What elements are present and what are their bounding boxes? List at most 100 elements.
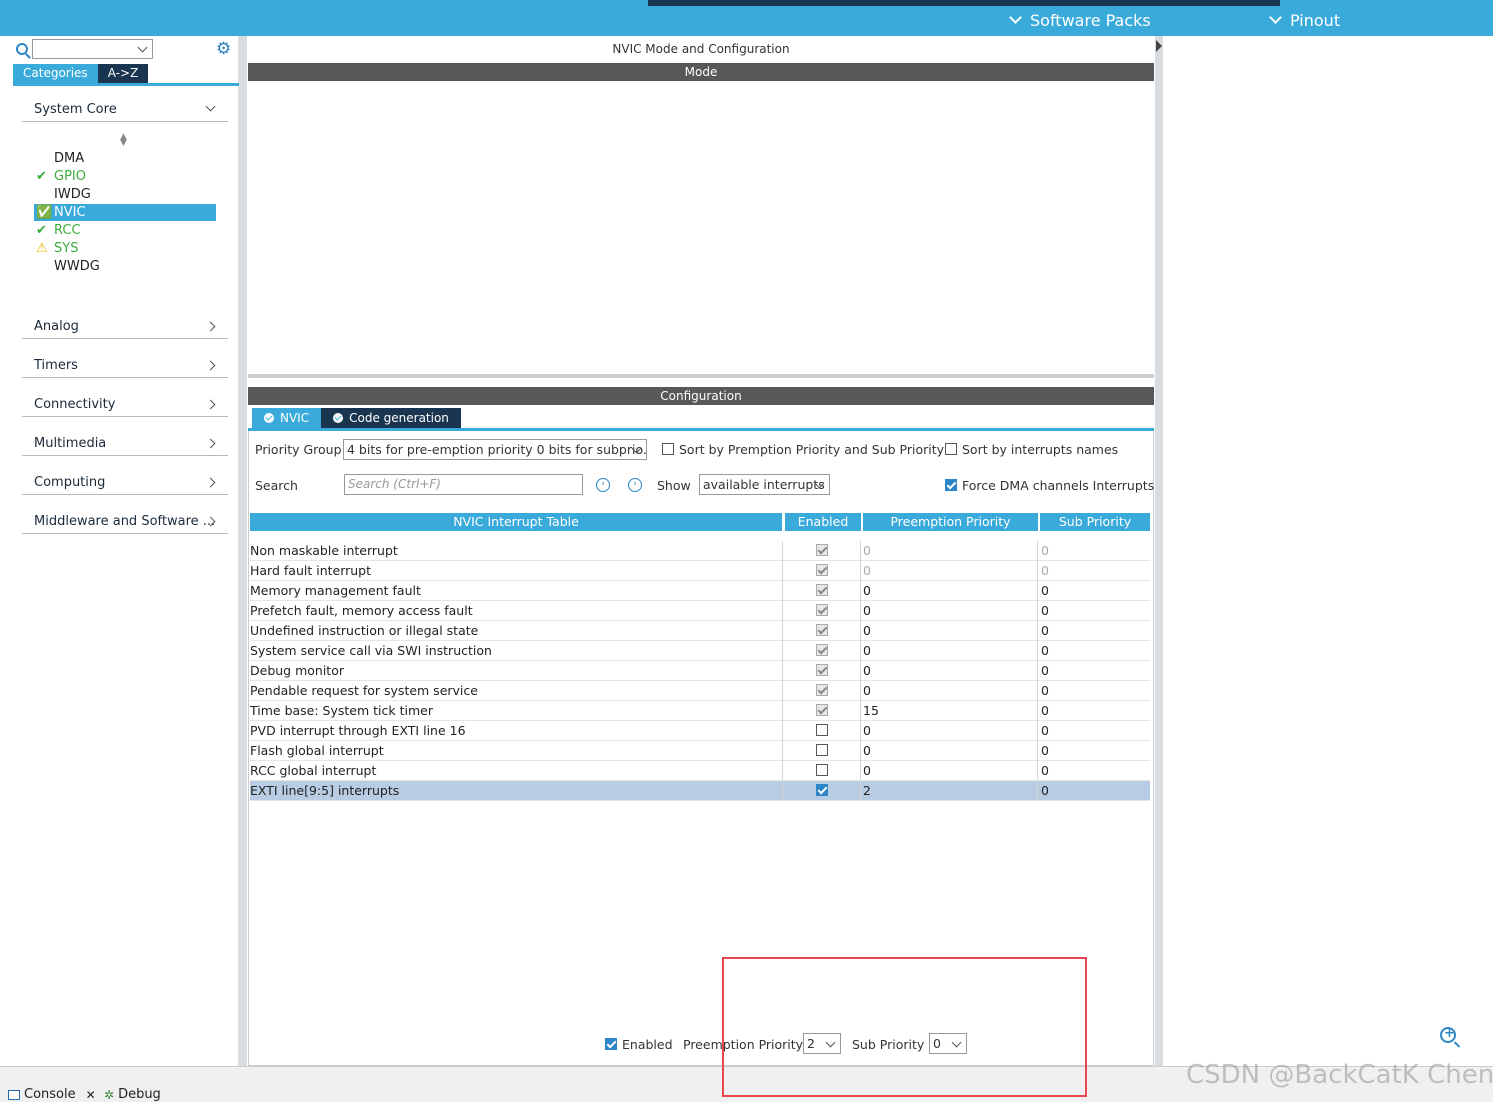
- table-row[interactable]: Memory management fault 0 0: [250, 581, 1150, 601]
- col-header-enabled[interactable]: Enabled: [785, 513, 861, 531]
- priority-group-select[interactable]: 4 bits for pre-emption priority 0 bits f…: [343, 439, 647, 460]
- sidebar-item-rcc[interactable]: ✔ RCC: [34, 222, 216, 239]
- enabled-checkbox[interactable]: [816, 784, 828, 796]
- col-header-preemption[interactable]: Preemption Priority: [863, 513, 1038, 531]
- tab-nvic[interactable]: NVIC: [252, 408, 322, 428]
- preemption-priority-cell[interactable]: 0: [863, 623, 871, 638]
- software-packs-menu[interactable]: Software Packs: [1009, 11, 1151, 30]
- sub-priority-cell[interactable]: 0: [1041, 703, 1049, 718]
- collapse-arrow-icon[interactable]: [1156, 40, 1162, 52]
- enabled-checkbox[interactable]: [816, 604, 828, 616]
- enabled-checkbox[interactable]: [816, 664, 828, 676]
- col-header-sub[interactable]: Sub Priority: [1040, 513, 1150, 531]
- preemption-priority-cell[interactable]: 2: [863, 783, 871, 798]
- search-icon[interactable]: [16, 43, 28, 55]
- debug-label: Debug: [118, 1087, 161, 1102]
- sidebar-item-wwdg[interactable]: WWDG: [34, 258, 216, 275]
- sort-names-checkbox[interactable]: [945, 443, 957, 455]
- preemption-priority-cell[interactable]: 15: [863, 703, 879, 718]
- preemption-priority-cell[interactable]: 0: [863, 563, 871, 578]
- sidebar-item-nvic[interactable]: ✅ NVIC: [34, 204, 216, 221]
- sub-priority-cell[interactable]: 0: [1041, 643, 1049, 658]
- sub-priority-cell[interactable]: 0: [1041, 783, 1049, 798]
- table-row[interactable]: EXTI line[9:5] interrupts 2 0: [250, 781, 1150, 801]
- category-search-combo[interactable]: [32, 39, 153, 59]
- sort-prempt-checkbox[interactable]: [662, 443, 674, 455]
- sidebar-item-dma[interactable]: DMA: [34, 150, 216, 167]
- sub-priority-cell[interactable]: 0: [1041, 743, 1049, 758]
- sub-priority-cell[interactable]: 0: [1041, 583, 1049, 598]
- enabled-checkbox[interactable]: [816, 584, 828, 596]
- sub-priority-cell[interactable]: 0: [1041, 683, 1049, 698]
- category-system-core[interactable]: System Core: [22, 98, 228, 122]
- category-multimedia[interactable]: Multimedia: [22, 432, 228, 456]
- sub-priority-cell[interactable]: 0: [1041, 623, 1049, 638]
- tab-console[interactable]: Console ✕: [8, 1087, 96, 1102]
- category-connectivity[interactable]: Connectivity: [22, 393, 228, 417]
- table-row[interactable]: System service call via SWI instruction 0…: [250, 641, 1150, 661]
- preemption-priority-cell[interactable]: 0: [863, 743, 871, 758]
- col-divider: [1037, 681, 1038, 701]
- tab-a-z[interactable]: A->Z: [97, 64, 149, 83]
- enabled-checkbox[interactable]: [816, 544, 828, 556]
- enabled-checkbox[interactable]: [816, 644, 828, 656]
- table-row[interactable]: Undefined instruction or illegal state 0 0: [250, 621, 1150, 641]
- enabled-checkbox[interactable]: [816, 764, 828, 776]
- preemption-priority-cell[interactable]: 0: [863, 603, 871, 618]
- sub-priority-cell[interactable]: 0: [1041, 663, 1049, 678]
- preemption-priority-cell[interactable]: 0: [863, 583, 871, 598]
- table-row[interactable]: RCC global interrupt 0 0: [250, 761, 1150, 781]
- preemption-priority-cell[interactable]: 0: [863, 763, 871, 778]
- category-middleware[interactable]: Middleware and Software ...: [22, 510, 228, 534]
- sub-priority-cell[interactable]: 0: [1041, 723, 1049, 738]
- show-select[interactable]: available interrupts: [699, 474, 830, 495]
- preemption-priority-cell[interactable]: 0: [863, 543, 871, 558]
- preemption-priority-cell[interactable]: 0: [863, 723, 871, 738]
- table-row[interactable]: Hard fault interrupt 0 0: [250, 561, 1150, 581]
- sub-priority-cell[interactable]: 0: [1041, 763, 1049, 778]
- sidebar-item-iwdg[interactable]: IWDG: [34, 186, 216, 203]
- enabled-checkbox[interactable]: [816, 684, 828, 696]
- sub-priority-cell[interactable]: 0: [1041, 603, 1049, 618]
- gear-icon[interactable]: ⚙: [216, 39, 231, 59]
- table-row[interactable]: Flash global interrupt 0 0: [250, 741, 1150, 761]
- enabled-checkbox[interactable]: [816, 624, 828, 636]
- right-splitter[interactable]: [1155, 36, 1163, 1066]
- sort-icon[interactable]: ▲ ▼: [120, 133, 127, 148]
- search-label: Search: [255, 478, 298, 493]
- search-prev-icon[interactable]: ‹: [596, 478, 610, 492]
- tab-debug[interactable]: ✲ Debug: [104, 1087, 161, 1102]
- tab-categories[interactable]: Categories: [13, 64, 98, 83]
- sidebar-item-gpio[interactable]: ✔ GPIO: [34, 168, 216, 185]
- search-input[interactable]: Search (Ctrl+F): [344, 474, 583, 495]
- enabled-checkbox[interactable]: [816, 704, 828, 716]
- table-row[interactable]: Debug monitor 0 0: [250, 661, 1150, 681]
- enabled-checkbox[interactable]: [816, 744, 828, 756]
- left-splitter[interactable]: [239, 36, 247, 1066]
- preemption-priority-cell[interactable]: 0: [863, 663, 871, 678]
- pinout-menu[interactable]: Pinout: [1269, 11, 1340, 30]
- table-row[interactable]: Non maskable interrupt 0 0: [250, 541, 1150, 561]
- enabled-checkbox[interactable]: [816, 564, 828, 576]
- table-row[interactable]: Prefetch fault, memory access fault 0 0: [250, 601, 1150, 621]
- mode-area: [248, 81, 1154, 378]
- table-row[interactable]: PVD interrupt through EXTI line 16 0 0: [250, 721, 1150, 741]
- force-dma-checkbox[interactable]: [945, 479, 957, 491]
- preemption-priority-cell[interactable]: 0: [863, 643, 871, 658]
- category-timers[interactable]: Timers: [22, 354, 228, 378]
- category-analog[interactable]: Analog: [22, 315, 228, 339]
- enabled-checkbox[interactable]: [816, 724, 828, 736]
- close-icon[interactable]: ✕: [86, 1088, 96, 1102]
- zoom-in-icon[interactable]: [1440, 1026, 1456, 1043]
- sub-priority-cell[interactable]: 0: [1041, 543, 1049, 558]
- footer-enabled-checkbox[interactable]: [605, 1038, 617, 1050]
- search-next-icon[interactable]: ›: [628, 478, 642, 492]
- table-row[interactable]: Time base: System tick timer 15 0: [250, 701, 1150, 721]
- table-row[interactable]: Pendable request for system service 0 0: [250, 681, 1150, 701]
- tab-code-generation[interactable]: Code generation: [321, 408, 461, 428]
- sub-priority-cell[interactable]: 0: [1041, 563, 1049, 578]
- category-computing[interactable]: Computing: [22, 471, 228, 495]
- preemption-priority-cell[interactable]: 0: [863, 683, 871, 698]
- col-header-table[interactable]: NVIC Interrupt Table: [250, 513, 782, 531]
- sidebar-item-sys[interactable]: ⚠ SYS: [34, 240, 216, 257]
